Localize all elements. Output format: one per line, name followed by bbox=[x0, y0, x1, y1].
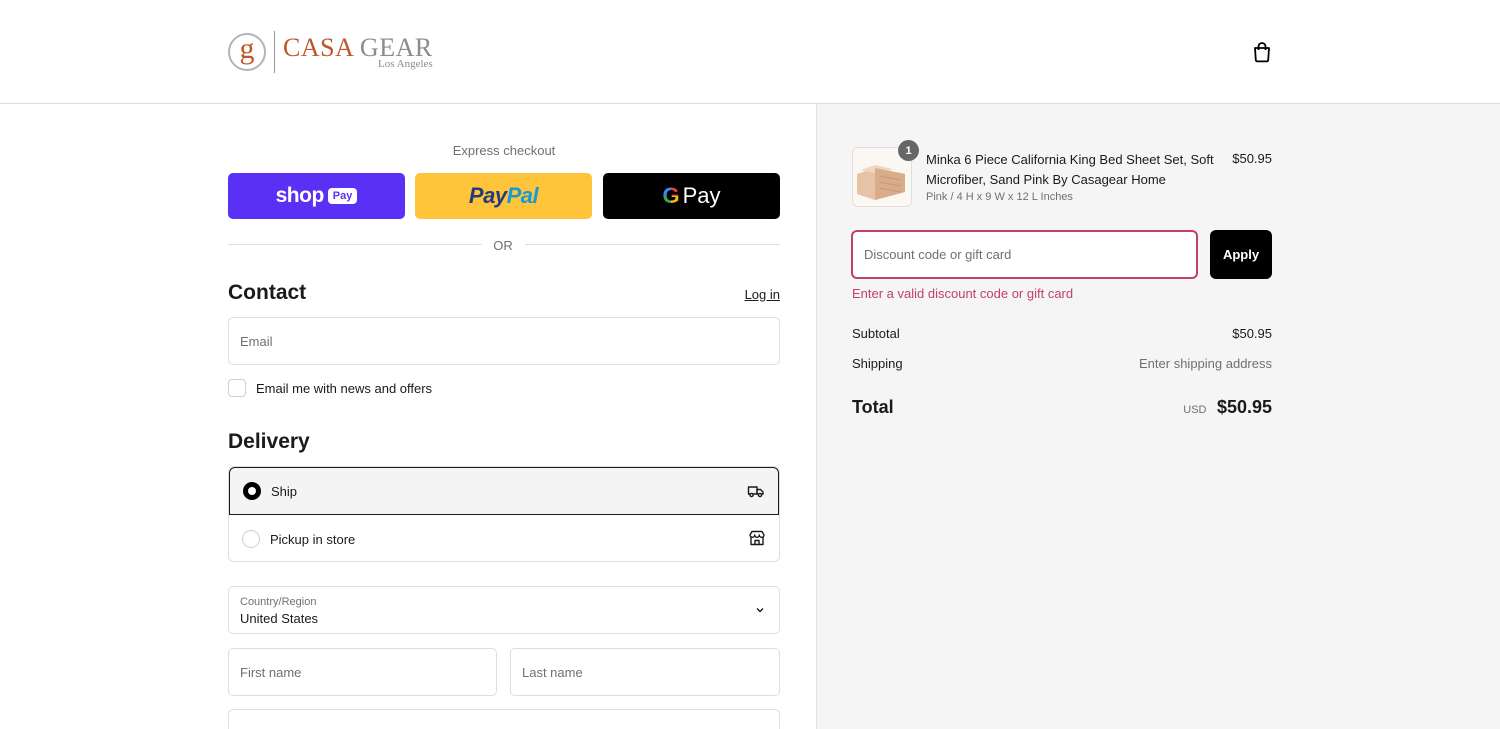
subtotal-value: $50.95 bbox=[1232, 326, 1272, 341]
logo-divider bbox=[274, 31, 275, 73]
google-pay-logo: G Pay bbox=[662, 183, 720, 209]
address-field[interactable] bbox=[228, 709, 780, 729]
logo-mark-icon: g bbox=[228, 33, 266, 71]
contact-heading: Contact bbox=[228, 281, 307, 304]
paypal-label-pal: Pal bbox=[506, 183, 539, 208]
country-select[interactable]: Country/Region United States bbox=[228, 586, 780, 634]
or-divider-right bbox=[525, 244, 780, 245]
logo-word-casa: CASA bbox=[283, 32, 353, 62]
email-input[interactable] bbox=[229, 318, 779, 364]
product-name: Minka 6 Piece California King Bed Sheet … bbox=[926, 152, 1214, 187]
logo-subtitle: Los Angeles bbox=[378, 57, 433, 70]
or-divider-label: OR bbox=[493, 238, 513, 253]
news-opt-in-label: Email me with news and offers bbox=[256, 380, 433, 396]
total-value: $50.95 bbox=[1216, 397, 1272, 417]
login-link[interactable]: Log in bbox=[720, 287, 780, 302]
or-divider-left bbox=[228, 244, 482, 245]
pickup-label: Pickup in store bbox=[270, 531, 356, 547]
product-variant: Pink / 4 H x 9 W x 12 L Inches bbox=[926, 191, 1073, 203]
last-name-input[interactable] bbox=[511, 649, 779, 695]
shipping-label: Shipping bbox=[852, 356, 903, 371]
paypal-label-pay: Pay bbox=[468, 183, 507, 208]
discount-field[interactable] bbox=[851, 230, 1198, 279]
discount-input[interactable] bbox=[853, 232, 1196, 277]
chevron-down-icon bbox=[756, 608, 764, 613]
google-g-icon: G bbox=[662, 183, 680, 208]
country-label: Country/Region bbox=[240, 596, 317, 608]
google-pay-button[interactable]: G Pay bbox=[603, 173, 780, 219]
brand-logo[interactable]: g CASA GEAR Los Angeles bbox=[228, 30, 433, 74]
header: g CASA GEAR Los Angeles bbox=[0, 0, 1500, 104]
subtotal-label: Subtotal bbox=[852, 326, 900, 341]
shipping-row: Shipping Enter shipping address bbox=[852, 356, 1272, 371]
shop-pay-badge: Pay bbox=[327, 188, 358, 204]
total-currency: USD bbox=[1183, 404, 1207, 416]
delivery-method-group: Ship Pickup in store bbox=[228, 466, 780, 562]
apply-discount-button[interactable]: Apply bbox=[1210, 230, 1272, 279]
first-name-field[interactable] bbox=[228, 648, 497, 696]
last-name-field[interactable] bbox=[510, 648, 780, 696]
cart-button[interactable] bbox=[1250, 40, 1274, 64]
ship-radio[interactable] bbox=[243, 482, 261, 500]
quantity-badge: 1 bbox=[898, 140, 919, 161]
subtotal-row: Subtotal $50.95 bbox=[852, 326, 1272, 341]
discount-error-message: Enter a valid discount code or gift card bbox=[852, 286, 1074, 301]
logo-wordmark: CASA GEAR bbox=[283, 32, 433, 62]
news-opt-in-checkbox[interactable] bbox=[228, 379, 246, 397]
shipping-value: Enter shipping address bbox=[1139, 356, 1272, 371]
logo-text: CASA GEAR Los Angeles bbox=[283, 32, 433, 70]
total-amount: USD $50.95 bbox=[1100, 397, 1272, 418]
first-name-input[interactable] bbox=[229, 649, 496, 695]
shopping-bag-icon bbox=[1254, 42, 1270, 63]
delivery-option-pickup[interactable]: Pickup in store bbox=[229, 515, 779, 561]
country-value: United States bbox=[240, 611, 319, 626]
truck-icon bbox=[747, 486, 764, 498]
paypal-logo: PayPal bbox=[468, 183, 539, 209]
store-icon bbox=[749, 530, 765, 546]
pickup-radio[interactable] bbox=[242, 530, 260, 548]
logo-initial: g bbox=[239, 32, 255, 65]
news-opt-in-row[interactable]: Email me with news and offers bbox=[228, 379, 432, 397]
paypal-button[interactable]: PayPal bbox=[415, 173, 592, 219]
product-price: $50.95 bbox=[1232, 151, 1272, 166]
google-pay-label: Pay bbox=[682, 183, 721, 208]
delivery-heading: Delivery bbox=[228, 430, 310, 453]
total-label: Total bbox=[852, 397, 894, 417]
delivery-option-ship[interactable]: Ship bbox=[229, 467, 779, 515]
shop-pay-label: shop bbox=[275, 184, 325, 207]
email-field[interactable] bbox=[228, 317, 780, 365]
express-checkout-title: Express checkout bbox=[452, 143, 556, 158]
shop-pay-button[interactable]: shop Pay bbox=[228, 173, 405, 219]
ship-label: Ship bbox=[271, 483, 298, 499]
